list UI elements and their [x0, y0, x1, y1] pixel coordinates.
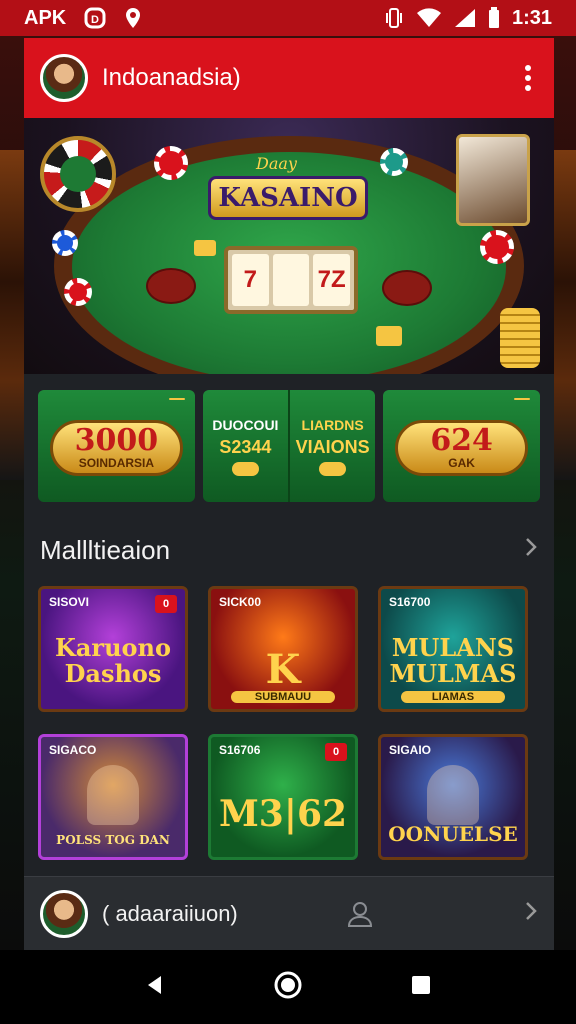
- slot-machine-right-decoration: [552, 150, 576, 480]
- promo-caption: GAK: [448, 456, 475, 470]
- game-tag: SISOVI: [49, 595, 90, 609]
- battery-icon: [488, 7, 500, 29]
- chevron-right-icon[interactable]: [524, 536, 538, 564]
- promo-column-value: S2344: [219, 436, 272, 457]
- promo-badge: 3000 SOINDARSIA: [50, 420, 183, 476]
- game-title: MULANS MULMAS: [389, 633, 517, 688]
- game-title: Karuono Dashos: [55, 633, 171, 688]
- clock: 1:31: [511, 6, 552, 29]
- betting-spot: [382, 270, 432, 306]
- game-title: M3|62: [218, 793, 348, 835]
- gold-bar-icon: [376, 326, 402, 346]
- game-badge: 0: [325, 743, 347, 761]
- status-bar: APK D 1:31: [0, 0, 576, 36]
- app-bar: Indoanadsia): [24, 38, 554, 118]
- game-title: POLSS TOG DAN: [56, 833, 170, 847]
- character-figure: [87, 765, 139, 825]
- promo-card[interactable]: 624 GAK: [383, 390, 541, 502]
- game-tag: S16706: [219, 743, 261, 757]
- game-grid: SISOVI 0 Karuono Dashos SICK00 K SUBMAUU…: [24, 576, 554, 860]
- promo-column: LIARDNS VIAIONS: [288, 390, 375, 502]
- game-tag: SICK00: [219, 595, 262, 609]
- system-nav-bar: [0, 950, 576, 1024]
- person-icon[interactable]: [346, 900, 374, 928]
- section-title: Mallltieaion: [40, 534, 171, 565]
- back-icon[interactable]: [143, 973, 167, 1002]
- avatar[interactable]: [40, 54, 88, 102]
- poker-chip-icon: [480, 230, 514, 264]
- app-title: Indoanadsia): [102, 64, 241, 91]
- promo-row: 3000 SOINDARSIA DUOCOUI S2344 LIARDNS VI…: [24, 374, 554, 502]
- game-tile[interactable]: SIGAIO OONUELSE: [378, 734, 528, 860]
- home-icon[interactable]: [273, 970, 303, 1005]
- coin-stack-icon: [500, 308, 540, 368]
- game-tag: S16700: [389, 595, 431, 609]
- user-avatar[interactable]: [40, 889, 88, 938]
- promo-pill: [231, 461, 259, 476]
- game-tile[interactable]: SICK00 K SUBMAUU: [208, 586, 358, 712]
- game-tile[interactable]: SIGACO POLSS TOG DAN: [38, 734, 188, 860]
- chevron-right-icon[interactable]: [524, 900, 538, 928]
- poker-chip-icon: [64, 278, 92, 306]
- poker-chip-icon: [52, 230, 78, 256]
- promo-card[interactable]: 3000 SOINDARSIA: [38, 390, 195, 502]
- poker-chip-icon: [154, 146, 188, 180]
- recents-icon[interactable]: [409, 973, 433, 1002]
- user-bar[interactable]: ( adaaraiiuon): [24, 876, 554, 950]
- signal-icon: [454, 8, 476, 28]
- gold-bar-icon: [194, 240, 216, 256]
- section-header[interactable]: Mallltieaion: [24, 524, 554, 576]
- character-figure: [427, 765, 479, 825]
- promo-amount: 3000: [74, 423, 159, 458]
- app-d-icon: D: [84, 7, 106, 29]
- promo-column-title: DUOCOUI: [212, 416, 279, 433]
- slot-reel: 7Z: [313, 254, 351, 306]
- svg-text:D: D: [91, 14, 99, 26]
- promo-card[interactable]: DUOCOUI S2344 LIARDNS VIAIONS: [202, 390, 376, 502]
- betting-spot: [146, 268, 196, 304]
- game-tag: SIGAIO: [389, 743, 432, 757]
- slot-reel: [272, 254, 310, 306]
- game-tile[interactable]: S16706 0 M3|62: [208, 734, 358, 860]
- app-window: Indoanadsia) Daay KASAINO 7 7Z 3000 SOIN…: [24, 38, 554, 950]
- game-badge: 0: [155, 595, 177, 613]
- promo-caption: SOINDARSIA: [78, 456, 155, 470]
- bull-card-icon: [456, 134, 530, 226]
- promo-pill: [319, 461, 347, 476]
- promo-column: DUOCOUI S2344: [203, 390, 288, 502]
- promo-amount: 624: [430, 423, 493, 458]
- game-tile[interactable]: SISOVI 0 Karuono Dashos: [38, 586, 188, 712]
- promo-badge: 624 GAK: [395, 420, 529, 476]
- promo-column-title: LIARDNS: [301, 416, 364, 433]
- more-vert-icon[interactable]: [518, 65, 538, 91]
- vibrate-icon: [384, 7, 404, 29]
- user-name: ( adaaraiiuon): [102, 900, 238, 926]
- game-tag: SIGACO: [49, 743, 97, 757]
- promo-tag: [168, 398, 185, 400]
- slot-reels: 7 7Z: [224, 246, 358, 314]
- poker-chip-icon: [380, 148, 408, 176]
- slot-machine-left-decoration: [0, 150, 24, 480]
- hero-banner[interactable]: Daay KASAINO 7 7Z: [24, 118, 554, 374]
- location-icon: [124, 7, 142, 29]
- game-title: K: [265, 646, 301, 693]
- slot-reel: 7: [232, 254, 269, 306]
- hero-logo-script: Daay: [256, 154, 297, 173]
- game-title: OONUELSE: [388, 822, 518, 846]
- hero-logo: KASAINO: [208, 176, 368, 220]
- game-tile[interactable]: S16700 MULANS MULMAS LIAMAS: [378, 586, 528, 712]
- carrier-label: APK: [24, 6, 67, 29]
- promo-tag: [514, 398, 531, 400]
- game-subtitle: LIAMAS: [401, 691, 505, 703]
- promo-column-value: VIAIONS: [295, 436, 370, 457]
- wifi-icon: [416, 8, 442, 28]
- game-subtitle: SUBMAUU: [231, 691, 335, 703]
- roulette-wheel-icon: [40, 136, 116, 212]
